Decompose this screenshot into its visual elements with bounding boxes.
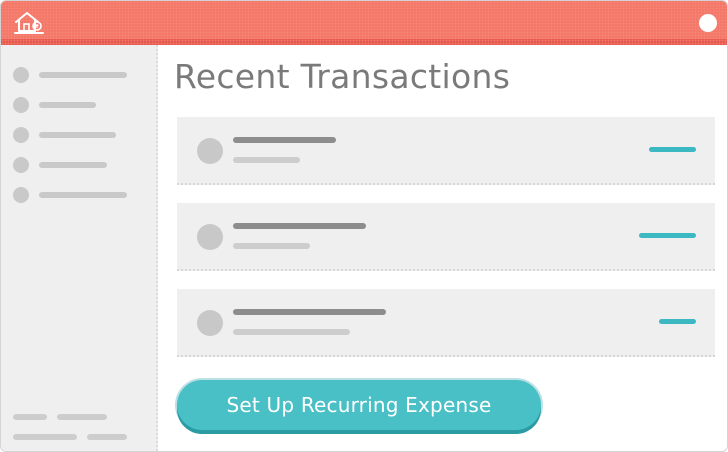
sidebar-footer-link[interactable]: [87, 434, 127, 440]
transaction-subtitle-placeholder: [233, 157, 300, 163]
sidebar-item-label-placeholder: [39, 72, 127, 78]
sidebar-item-icon: [13, 157, 29, 173]
app-window: Recent Transactions Set Up Recurring Exp…: [0, 0, 728, 452]
sidebar-item-label-placeholder: [39, 102, 96, 108]
transaction-title-placeholder: [233, 223, 366, 229]
avatar: [197, 310, 223, 336]
transaction-subtitle-placeholder: [233, 243, 310, 249]
transaction-subtitle-placeholder: [233, 329, 350, 335]
transaction-amount-placeholder: [649, 147, 696, 152]
sidebar-item-icon: [13, 187, 29, 203]
window-control-button[interactable]: [699, 14, 717, 32]
sidebar: [1, 45, 158, 451]
transaction-amount-placeholder: [659, 319, 696, 324]
transaction-row[interactable]: [177, 203, 715, 271]
sidebar-item-label-placeholder: [39, 132, 116, 138]
sidebar-footer-link[interactable]: [13, 414, 47, 420]
transaction-amount-placeholder: [639, 233, 696, 238]
sidebar-item-icon: [13, 97, 29, 113]
sidebar-footer-link[interactable]: [57, 414, 107, 420]
avatar: [197, 138, 223, 164]
sidebar-footer-link[interactable]: [13, 434, 77, 440]
set-up-recurring-expense-button[interactable]: Set Up Recurring Expense: [177, 380, 541, 430]
transaction-title-placeholder: [233, 309, 386, 315]
sidebar-item-icon: [13, 127, 29, 143]
sidebar-item-label-placeholder: [39, 162, 107, 168]
sidebar-item-label-placeholder: [39, 192, 127, 198]
avatar: [197, 224, 223, 250]
sidebar-item-icon: [13, 67, 29, 83]
transaction-title-placeholder: [233, 137, 336, 143]
house-icon: [14, 12, 44, 34]
transaction-row[interactable]: [177, 117, 715, 185]
page-title: Recent Transactions: [174, 57, 511, 96]
transaction-row[interactable]: [177, 289, 715, 357]
